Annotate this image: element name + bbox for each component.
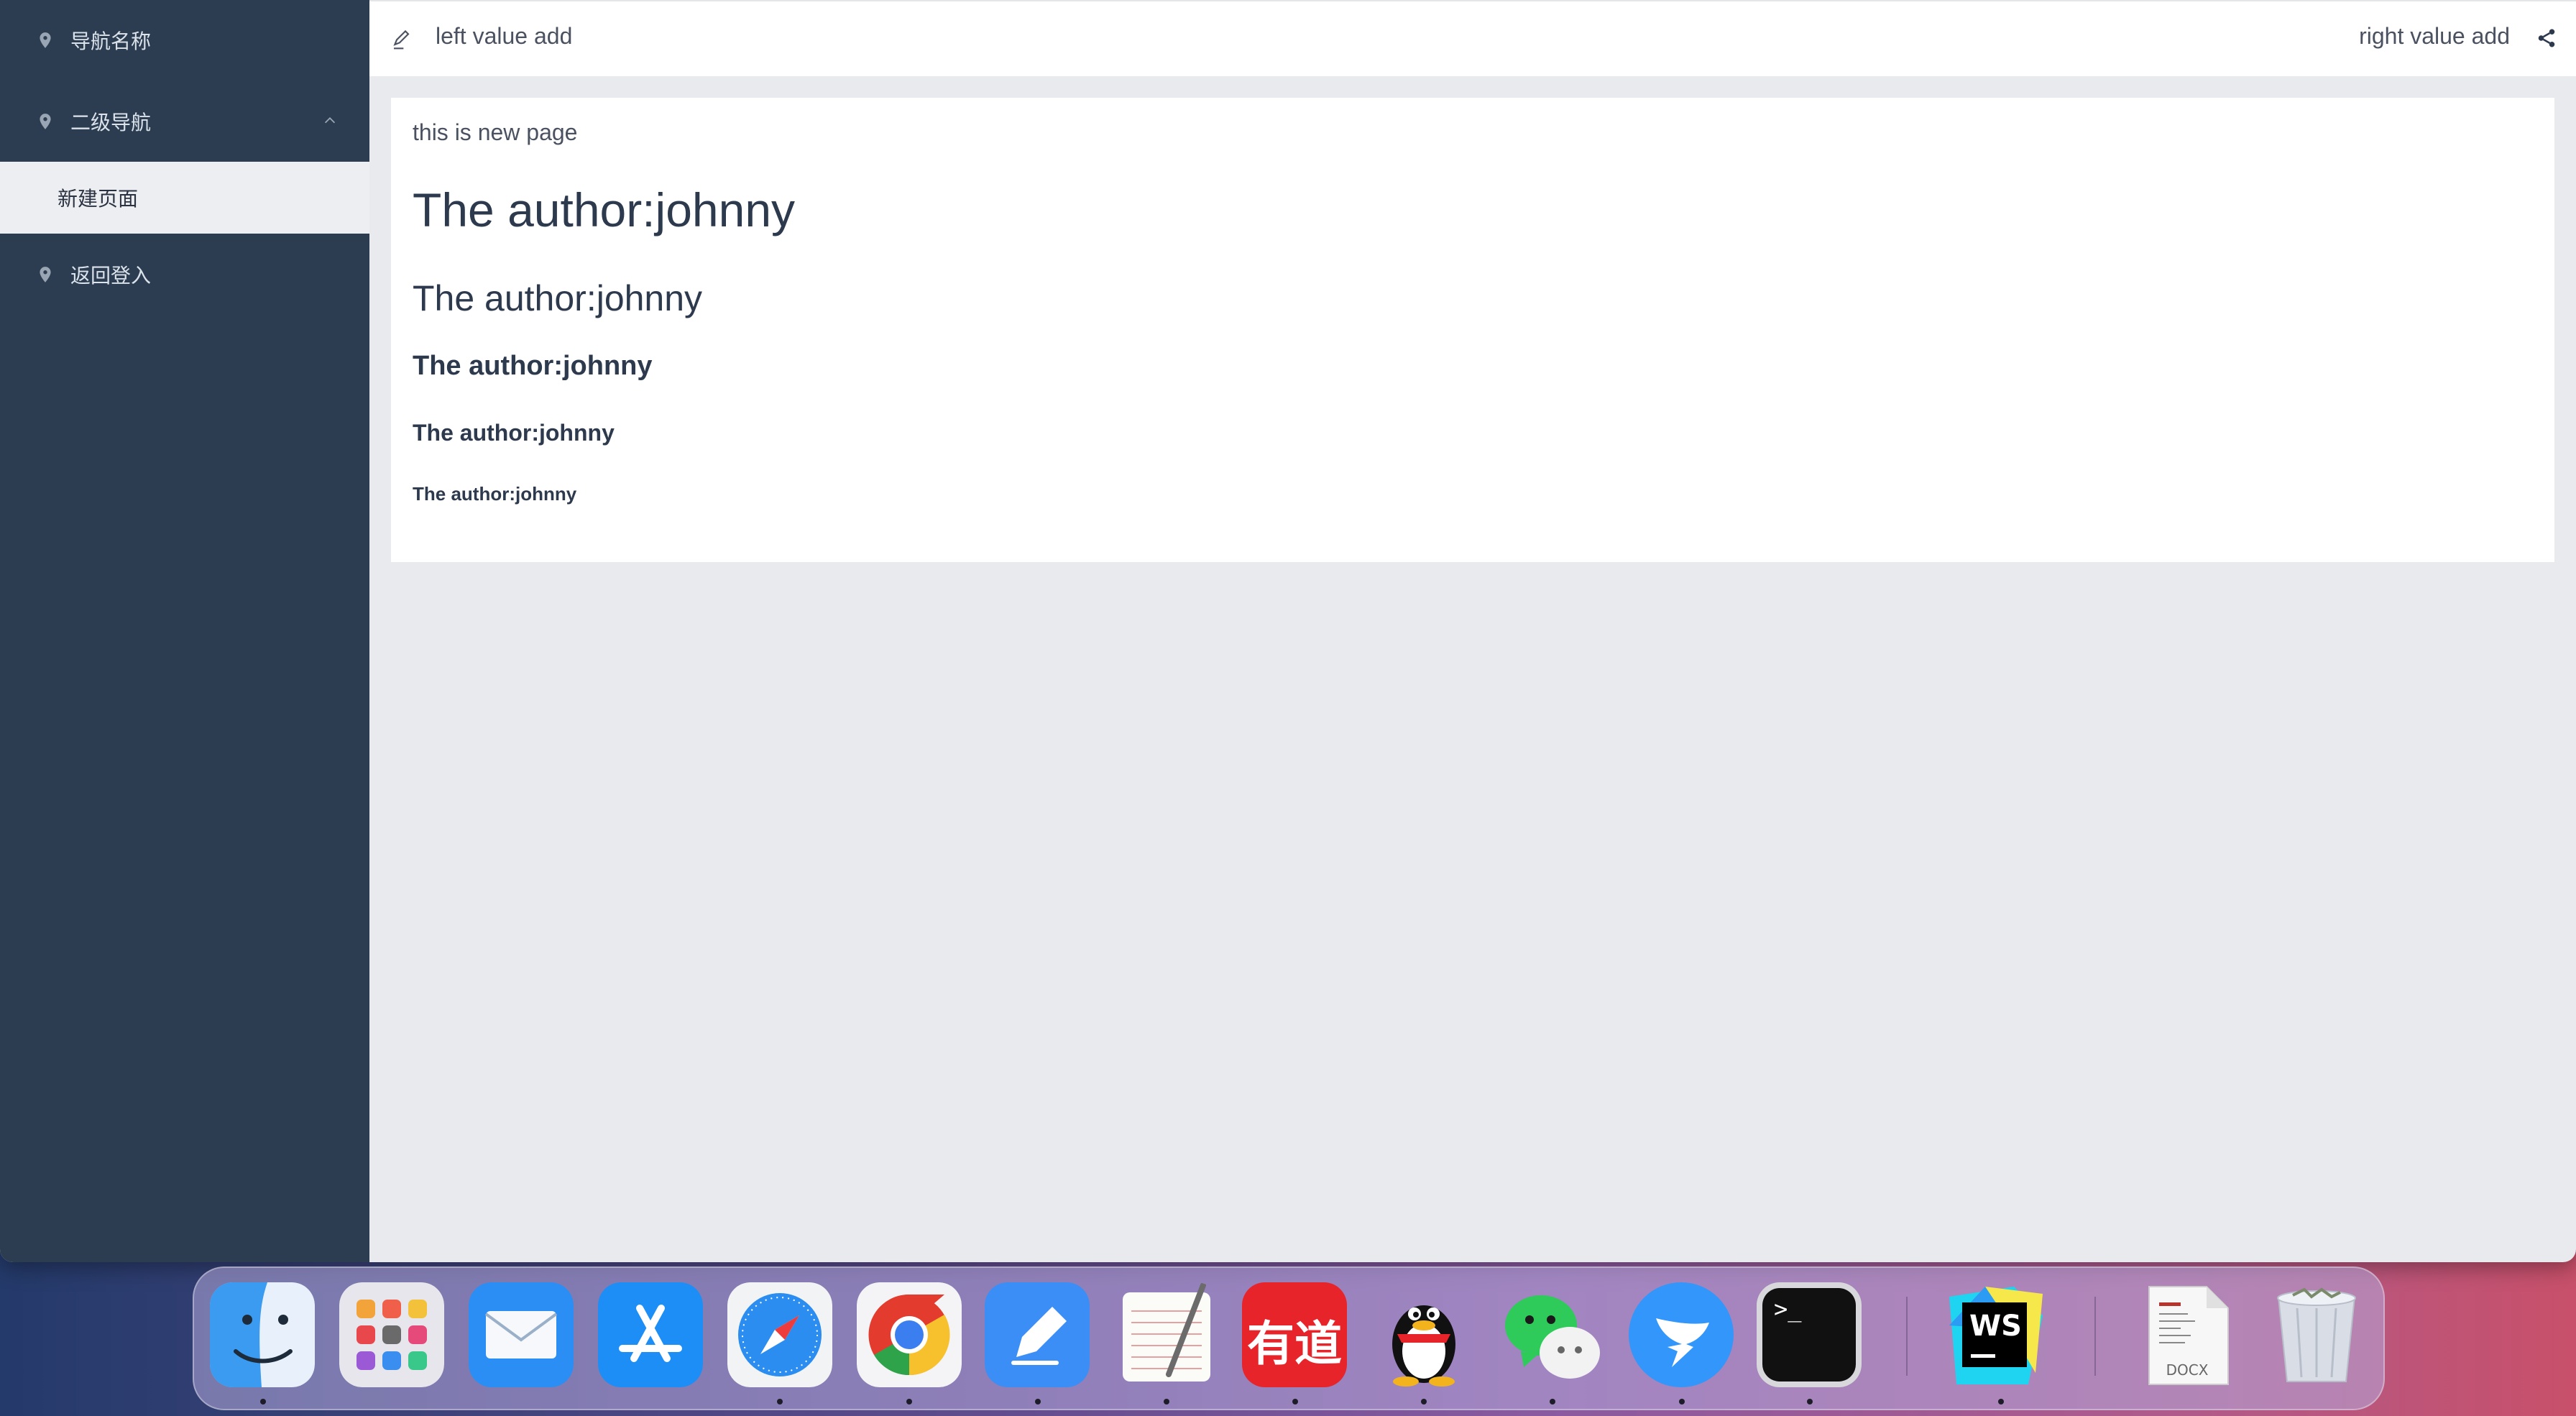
dock: 有道 >_ WS DOCX — [193, 1266, 2385, 1410]
terminal-screen: >_ — [1762, 1288, 1856, 1381]
sidebar-subitem-label: 新建页面 — [58, 188, 139, 210]
page-intro-text: this is new page — [413, 119, 578, 145]
edit-icon[interactable] — [391, 27, 414, 50]
qq-icon[interactable] — [1371, 1282, 1476, 1387]
heading-3: The author:johnny — [413, 351, 653, 381]
safari-running-indicator — [777, 1399, 783, 1404]
launchpad-icon[interactable] — [339, 1282, 444, 1387]
sidebar-item-secondary-nav[interactable]: 二级导航 — [0, 81, 369, 162]
sidebar-subitem-new-page[interactable]: 新建页面 — [0, 162, 369, 234]
youdao-icon[interactable]: 有道 — [1242, 1282, 1347, 1387]
webstorm-underline — [1971, 1354, 1995, 1358]
sidebar-item-label: 返回登入 — [70, 265, 152, 287]
pen-app-icon[interactable] — [985, 1282, 1090, 1387]
heading-4: The author:johnny — [413, 420, 615, 446]
webstorm-logo-text: WS — [1969, 1310, 2022, 1343]
dock-separator — [2094, 1297, 2096, 1376]
trash-icon[interactable] — [2264, 1282, 2369, 1387]
qq-running-indicator — [1421, 1399, 1427, 1404]
docx-file-icon[interactable]: DOCX — [2135, 1282, 2240, 1387]
youdao-running-indicator — [1292, 1399, 1298, 1404]
finder-icon[interactable] — [210, 1282, 315, 1387]
wechat-running-indicator — [1550, 1399, 1555, 1404]
heading-5: The author:johnny — [413, 483, 577, 505]
sidebar: 导航名称 二级导航 新建页面 返回登入 — [0, 0, 369, 1262]
location-pin-icon — [40, 114, 51, 129]
mail-icon[interactable] — [469, 1282, 574, 1387]
chrome-running-indicator — [906, 1399, 912, 1404]
dingtalk-running-indicator — [1679, 1399, 1685, 1404]
textedit-icon[interactable] — [1114, 1282, 1219, 1387]
webstorm-icon[interactable]: WS — [1942, 1282, 2047, 1387]
sidebar-item-nav-name[interactable]: 导航名称 — [0, 0, 369, 81]
header-right-text: right value add — [2359, 23, 2510, 49]
header-left-text: left value add — [436, 23, 573, 49]
chrome-icon[interactable] — [857, 1282, 962, 1387]
wechat-icon[interactable] — [1499, 1282, 1604, 1387]
sidebar-item-label: 导航名称 — [70, 30, 152, 52]
top-header: left value add right value add — [369, 0, 2576, 76]
finder-running-indicator — [260, 1399, 266, 1404]
webstorm-running-indicator — [1998, 1399, 2004, 1404]
heading-2: The author:johnny — [413, 278, 703, 318]
sidebar-item-label: 二级导航 — [70, 111, 152, 134]
location-pin-icon — [40, 267, 51, 282]
heading-1: The author:johnny — [413, 183, 796, 236]
textedit-running-indicator — [1164, 1399, 1169, 1404]
terminal-prompt-text: >_ — [1774, 1295, 1802, 1323]
dock-separator — [1906, 1297, 1908, 1376]
share-icon[interactable] — [2536, 27, 2557, 49]
pen-app-running-indicator — [1035, 1399, 1041, 1404]
sidebar-item-back-to-login[interactable]: 返回登入 — [0, 234, 369, 315]
content-card: this is new page The author:johnny The a… — [391, 98, 2554, 562]
terminal-icon[interactable]: >_ — [1757, 1282, 1862, 1387]
app-window: 导航名称 二级导航 新建页面 返回登入 left value add right… — [0, 0, 2576, 1262]
safari-icon[interactable] — [727, 1282, 832, 1387]
terminal-running-indicator — [1807, 1399, 1813, 1404]
youdao-logo-text: 有道 — [1247, 1316, 1342, 1371]
chevron-up-icon — [324, 117, 336, 124]
app-store-icon[interactable] — [598, 1282, 703, 1387]
dingtalk-icon[interactable] — [1629, 1282, 1734, 1387]
location-pin-icon — [40, 32, 51, 48]
docx-file-label: DOCX — [2166, 1361, 2209, 1379]
